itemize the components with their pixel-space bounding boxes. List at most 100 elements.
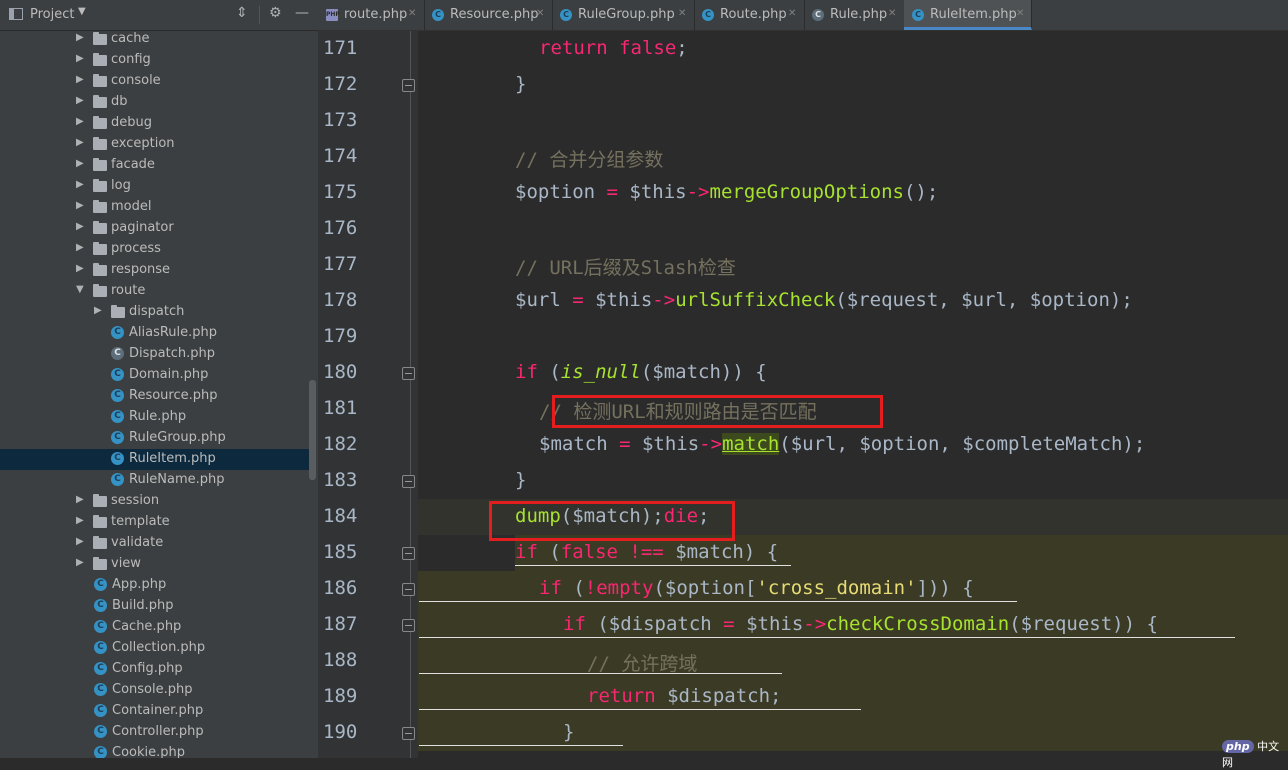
close-icon[interactable]: ✕ bbox=[788, 8, 796, 19]
code-line[interactable]: if ($dispatch = $this->checkCrossDomain(… bbox=[563, 613, 1158, 635]
tree-folder-debug[interactable]: ▶ debug bbox=[0, 113, 310, 134]
fold-icon[interactable] bbox=[402, 79, 415, 92]
close-icon[interactable]: ✕ bbox=[888, 8, 896, 19]
line-number: 189 bbox=[323, 685, 358, 707]
tree-folder-paginator[interactable]: ▶ paginator bbox=[0, 218, 310, 239]
tree-file[interactable]: C RuleName.php bbox=[0, 470, 310, 491]
chevron-right-icon[interactable]: ▶ bbox=[76, 95, 84, 106]
chevron-right-icon[interactable]: ▶ bbox=[94, 305, 102, 316]
chevron-down-icon[interactable]: ▼ bbox=[78, 6, 86, 17]
tree-folder-response[interactable]: ▶ response bbox=[0, 260, 310, 281]
fold-icon[interactable] bbox=[402, 547, 415, 560]
folder-icon bbox=[93, 53, 107, 66]
code-line[interactable]: $url = $this->urlSuffixCheck($request, $… bbox=[515, 289, 1133, 311]
tab-route[interactable]: PHP route.php ✕ bbox=[318, 0, 425, 30]
code-editor[interactable]: 171 return false; 172} 173 174 // 合并分组参数 175 $o… bbox=[318, 31, 1288, 758]
code-token: urlSuffixCheck bbox=[675, 289, 836, 311]
chevron-right-icon[interactable]: ▶ bbox=[76, 494, 84, 505]
tree-file[interactable]: C Collection.php bbox=[0, 638, 310, 659]
tab-rule[interactable]: C Rule.php ✕ bbox=[804, 0, 905, 30]
tree-file[interactable]: C Resource.php bbox=[0, 386, 310, 407]
tree-folder-dispatch[interactable]: ▶ dispatch bbox=[0, 302, 310, 323]
code-line[interactable]: $option = $this->mergeGroupOptions(); bbox=[515, 181, 938, 203]
code-line[interactable]: if (!empty($option['cross_domain'])) { bbox=[539, 577, 974, 599]
tree-folder-process[interactable]: ▶ process bbox=[0, 239, 310, 260]
project-title[interactable]: Project bbox=[30, 7, 74, 22]
chevron-right-icon[interactable]: ▶ bbox=[76, 263, 84, 274]
tree-file[interactable]: C Build.php bbox=[0, 596, 310, 617]
tree-folder-cache[interactable]: ▶ cache bbox=[0, 29, 310, 50]
tree-file[interactable]: C Console.php bbox=[0, 680, 310, 701]
close-icon[interactable]: ✕ bbox=[536, 8, 544, 19]
tree-file[interactable]: C App.php bbox=[0, 575, 310, 596]
tree-folder-console[interactable]: ▶ console bbox=[0, 71, 310, 92]
code-line[interactable]: return $dispatch; bbox=[587, 685, 781, 707]
chevron-right-icon[interactable]: ▶ bbox=[76, 242, 84, 253]
code-token: $match) { bbox=[675, 541, 779, 563]
chevron-right-icon[interactable]: ▶ bbox=[76, 116, 84, 127]
tree-file[interactable]: C Container.php bbox=[0, 701, 310, 722]
tree-file[interactable]: C RuleItem.php bbox=[0, 449, 310, 470]
tree-folder-route[interactable]: ▼ route bbox=[0, 281, 310, 302]
tree-folder-template[interactable]: ▶ template bbox=[0, 512, 310, 533]
chevron-right-icon[interactable]: ▶ bbox=[76, 557, 84, 568]
tree-file[interactable]: C Cookie.php bbox=[0, 743, 310, 758]
collapse-all-icon[interactable]: ⇕ bbox=[236, 5, 248, 21]
code-line[interactable]: // URL后缀及Slash检查 bbox=[515, 253, 736, 280]
chevron-right-icon[interactable]: ▶ bbox=[76, 137, 84, 148]
tree-file[interactable]: C Config.php bbox=[0, 659, 310, 680]
tree-file[interactable]: C AliasRule.php bbox=[0, 323, 310, 344]
tree-folder-model[interactable]: ▶ model bbox=[0, 197, 310, 218]
tree-file[interactable]: C Cache.php bbox=[0, 617, 310, 638]
tree-folder-validate[interactable]: ▶ validate bbox=[0, 533, 310, 554]
code-line[interactable]: // 允许跨域 bbox=[587, 649, 697, 676]
tree-folder-db[interactable]: ▶ db bbox=[0, 92, 310, 113]
tree-folder-facade[interactable]: ▶ facade bbox=[0, 155, 310, 176]
chevron-right-icon[interactable]: ▶ bbox=[76, 515, 84, 526]
chevron-right-icon[interactable]: ▶ bbox=[76, 32, 84, 43]
tree-file[interactable]: C Controller.php bbox=[0, 722, 310, 743]
tab-rulegroup[interactable]: C RuleGroup.php ✕ bbox=[552, 0, 695, 30]
gear-icon[interactable]: ⚙ bbox=[269, 5, 282, 21]
fold-icon[interactable] bbox=[402, 619, 415, 632]
code-line[interactable]: $match = $this->match($url, $option, $co… bbox=[539, 433, 1145, 455]
code-line[interactable]: } bbox=[563, 721, 574, 743]
tree-folder-view[interactable]: ▶ view bbox=[0, 554, 310, 575]
code-line[interactable]: if (false !== $match) { bbox=[515, 541, 778, 563]
tree-folder-log[interactable]: ▶ log bbox=[0, 176, 310, 197]
chevron-right-icon[interactable]: ▶ bbox=[76, 158, 84, 169]
chevron-right-icon[interactable]: ▶ bbox=[76, 53, 84, 64]
tab-route[interactable]: C Route.php ✕ bbox=[694, 0, 805, 30]
chevron-right-icon[interactable]: ▶ bbox=[76, 221, 84, 232]
project-scrollbar[interactable] bbox=[309, 380, 316, 480]
tree-file[interactable]: C RuleGroup.php bbox=[0, 428, 310, 449]
tree-item-label: Build.php bbox=[112, 598, 174, 613]
fold-icon[interactable] bbox=[402, 367, 415, 380]
code-line[interactable]: return false; bbox=[539, 37, 688, 59]
chevron-right-icon[interactable]: ▶ bbox=[76, 74, 84, 85]
fold-icon[interactable] bbox=[402, 475, 415, 488]
tree-folder-session[interactable]: ▶ session bbox=[0, 491, 310, 512]
tree-file[interactable]: C Domain.php bbox=[0, 365, 310, 386]
tab-ruleitem[interactable]: C RuleItem.php ✕ bbox=[904, 0, 1032, 30]
close-icon[interactable]: ✕ bbox=[1016, 8, 1024, 19]
close-icon[interactable]: ✕ bbox=[408, 8, 416, 19]
tree-folder-config[interactable]: ▶ config bbox=[0, 50, 310, 71]
minimize-icon[interactable]: — bbox=[295, 5, 309, 21]
tree-file[interactable]: C Rule.php bbox=[0, 407, 310, 428]
code-line[interactable]: } bbox=[515, 469, 526, 491]
code-line[interactable]: } bbox=[515, 73, 526, 95]
chevron-right-icon[interactable]: ▶ bbox=[76, 536, 84, 547]
tree-folder-exception[interactable]: ▶ exception bbox=[0, 134, 310, 155]
chevron-down-icon[interactable]: ▼ bbox=[76, 284, 84, 295]
code-token: } bbox=[515, 469, 527, 491]
fold-icon[interactable] bbox=[402, 727, 415, 740]
tree-file[interactable]: C Dispatch.php bbox=[0, 344, 310, 365]
code-line[interactable]: // 合并分组参数 bbox=[515, 145, 663, 172]
chevron-right-icon[interactable]: ▶ bbox=[76, 200, 84, 211]
tab-resource[interactable]: C Resource.php ✕ bbox=[424, 0, 553, 30]
chevron-right-icon[interactable]: ▶ bbox=[76, 179, 84, 190]
code-line[interactable]: if (is_null($match)) { bbox=[515, 361, 767, 383]
fold-icon[interactable] bbox=[402, 583, 415, 596]
close-icon[interactable]: ✕ bbox=[678, 8, 686, 19]
